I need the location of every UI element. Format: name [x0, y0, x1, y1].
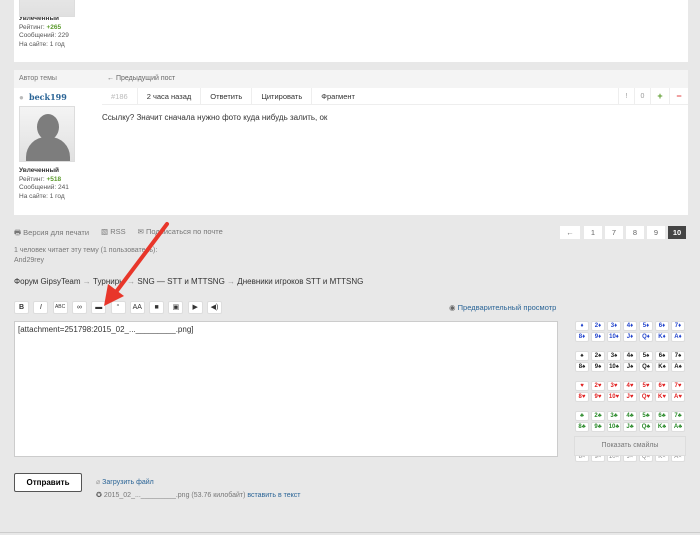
annotation-arrow	[104, 222, 169, 306]
arrow-shaft	[114, 222, 169, 294]
